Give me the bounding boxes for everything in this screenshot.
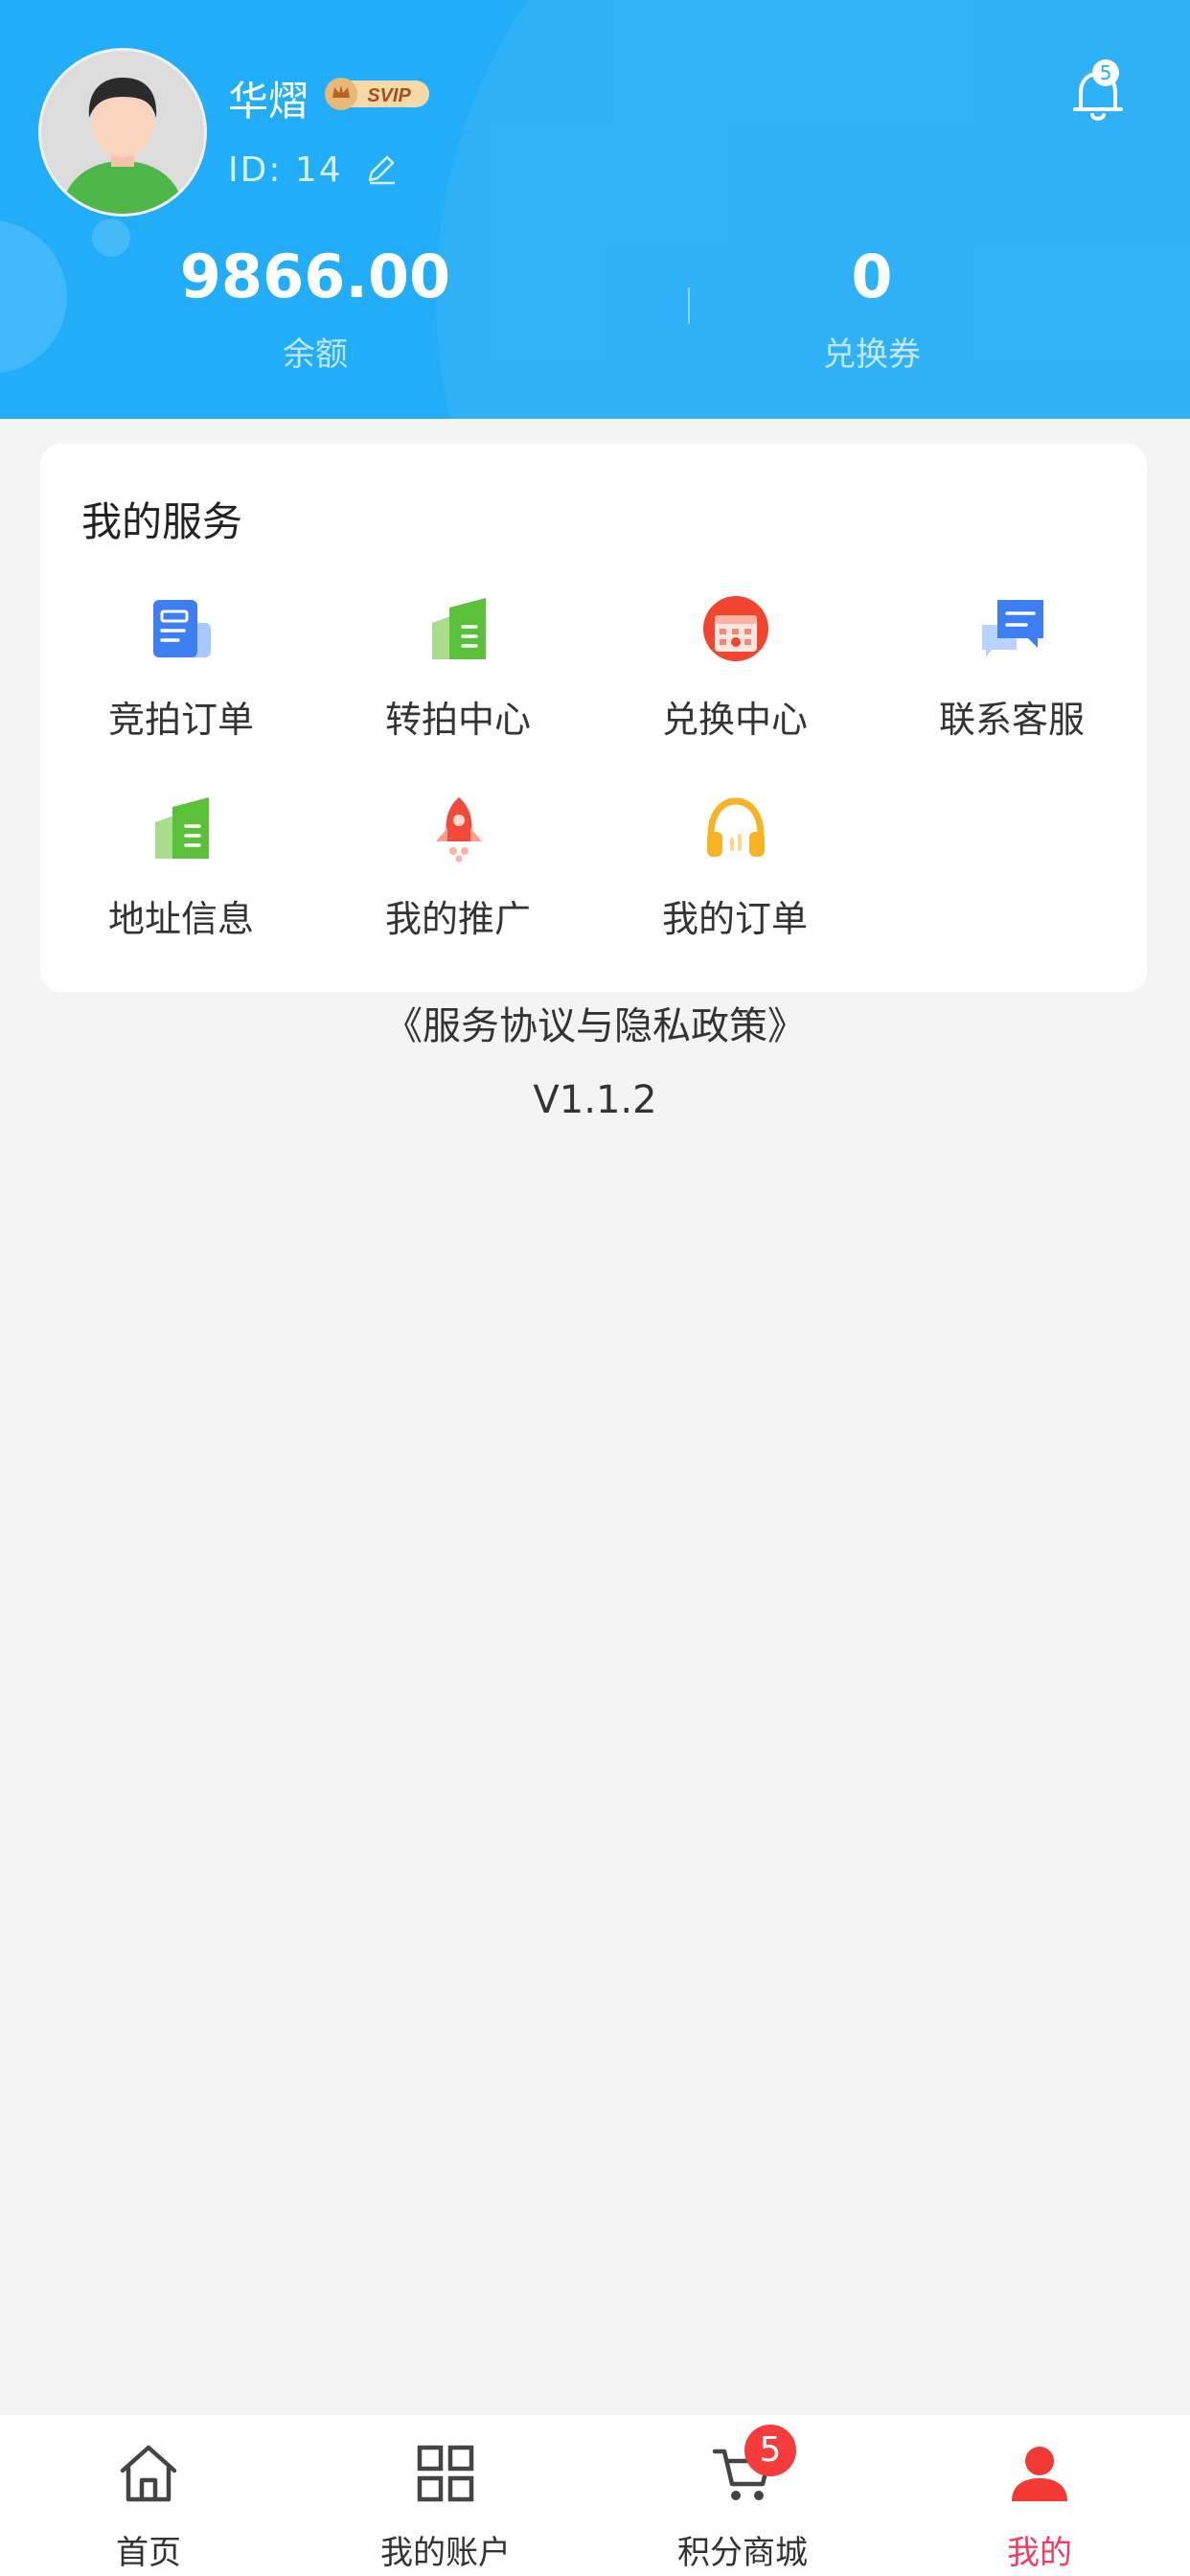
cart-badge: 5 (744, 2425, 796, 2476)
service-customer-support[interactable]: 联系客服 (873, 594, 1151, 767)
service-exchange-center[interactable]: 兑换中心 (596, 594, 874, 767)
stats-divider (688, 288, 690, 324)
tab-label: 我的账户 (380, 2534, 511, 2572)
tab-mine[interactable]: 我的 (891, 2415, 1188, 2576)
balance-label: 余额 (283, 335, 348, 374)
service-my-orders[interactable]: 我的订单 (596, 794, 874, 966)
tab-my-account[interactable]: 我的账户 (297, 2415, 594, 2576)
service-address-info[interactable]: 地址信息 (42, 794, 320, 966)
tab-points-mall[interactable]: 积分商城 (594, 2415, 891, 2576)
tab-label: 我的 (1007, 2534, 1072, 2572)
service-label: 联系客服 (938, 699, 1085, 741)
app-version: V1.1.2 (533, 1078, 657, 1122)
service-auction-orders[interactable]: 竞拍订单 (42, 594, 320, 767)
service-label: 地址信息 (107, 898, 254, 940)
svip-badge: SVIP (325, 78, 429, 110)
user-icon (1012, 2447, 1067, 2501)
svip-text: SVIP (367, 85, 411, 106)
chat-icon (982, 600, 1043, 657)
bottom-tab-bar: 首页 我的账户 积分商城 我的 (0, 2415, 1190, 2576)
tab-label: 积分商城 (677, 2534, 808, 2572)
username: 华熠 (228, 78, 309, 125)
avatar[interactable] (38, 48, 207, 217)
headphones-icon (707, 797, 765, 857)
service-my-promotion[interactable]: 我的推广 (319, 794, 597, 966)
grid-icon (417, 2445, 474, 2502)
profile-header: 华熠 SVIP ID: 14 5 9866.00 余额 0 兑换券 (0, 0, 1190, 419)
document-icon (153, 600, 211, 657)
service-label: 我的推广 (384, 898, 531, 940)
decor-circle (92, 218, 130, 257)
service-label: 兑换中心 (661, 699, 808, 741)
decor-circle (0, 220, 67, 374)
service-label: 转拍中心 (384, 699, 531, 741)
agreement-link[interactable]: 《服务协议与隐私政策》 (0, 995, 1190, 1050)
user-id: ID: 14 (228, 150, 343, 190)
calendar-icon (703, 596, 768, 661)
services-card: 我的服务 竞拍订单 转拍中心 兑换中心 联系客服 地址信息 我的推广 我的订单 (40, 444, 1147, 992)
services-title: 我的服务 (81, 498, 243, 545)
avatar-icon (41, 51, 204, 214)
building-icon (155, 797, 209, 859)
service-label: 竞拍订单 (107, 699, 254, 741)
notification-badge: 5 (1092, 59, 1119, 86)
tab-label: 首页 (116, 2534, 181, 2572)
voucher-value: 0 (851, 242, 893, 311)
service-label: 我的订单 (661, 898, 808, 940)
building-icon (432, 598, 486, 659)
edit-icon[interactable] (364, 151, 399, 186)
voucher-label: 兑换券 (823, 335, 921, 374)
service-resale-center[interactable]: 转拍中心 (319, 594, 597, 767)
tab-home[interactable]: 首页 (0, 2415, 297, 2576)
home-icon (120, 2445, 177, 2502)
rocket-icon (436, 797, 482, 862)
balance-value: 9866.00 (179, 242, 451, 311)
